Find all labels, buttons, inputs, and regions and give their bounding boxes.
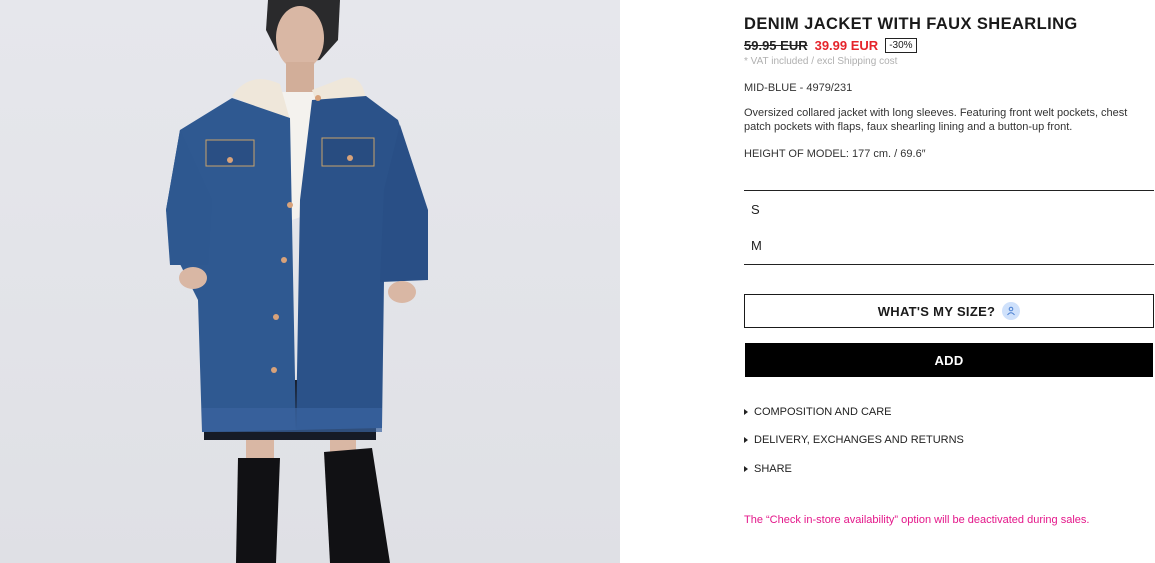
triangle-right-icon <box>744 409 748 415</box>
accordion-label: COMPOSITION AND CARE <box>754 406 892 418</box>
size-selector: S M <box>744 190 1154 265</box>
product-description: Oversized collared jacket with long slee… <box>744 107 1128 133</box>
model-wearing-denim-jacket-illustration <box>166 0 428 563</box>
accordion-delivery-returns[interactable]: DELIVERY, EXCHANGES AND RETURNS <box>744 434 964 446</box>
discount-badge: -30% <box>885 38 917 53</box>
sales-notice: The “Check in-store availability” option… <box>744 514 1090 526</box>
accordion-label: SHARE <box>754 463 792 475</box>
accordion-label: DELIVERY, EXCHANGES AND RETURNS <box>754 434 964 446</box>
triangle-right-icon <box>744 466 748 472</box>
add-button-label: ADD <box>934 352 964 368</box>
person-measure-icon <box>1002 302 1021 320</box>
product-image[interactable] <box>0 0 620 563</box>
product-title: DENIM JACKET WITH FAUX SHEARLING <box>744 15 1078 33</box>
original-price: 59.95 EUR <box>744 38 808 53</box>
model-height: HEIGHT OF MODEL: 177 cm. / 69.6″ <box>744 148 926 160</box>
color-reference: MID-BLUE - 4979/231 <box>744 82 853 94</box>
size-option-s[interactable]: S <box>751 202 760 217</box>
price-row: 59.95 EUR 39.99 EUR -30% <box>744 38 917 53</box>
size-option-m[interactable]: M <box>751 238 762 253</box>
accordion-composition-care[interactable]: COMPOSITION AND CARE <box>744 406 892 418</box>
accordion-share[interactable]: SHARE <box>744 463 792 475</box>
whats-my-size-button[interactable]: WHAT'S MY SIZE? <box>744 294 1154 328</box>
vat-note: * VAT included / excl Shipping cost <box>744 56 898 67</box>
triangle-right-icon <box>744 437 748 443</box>
sale-price: 39.99 EUR <box>814 38 879 53</box>
add-to-cart-button[interactable]: ADD <box>745 343 1153 377</box>
whats-my-size-label: WHAT'S MY SIZE? <box>877 303 996 319</box>
